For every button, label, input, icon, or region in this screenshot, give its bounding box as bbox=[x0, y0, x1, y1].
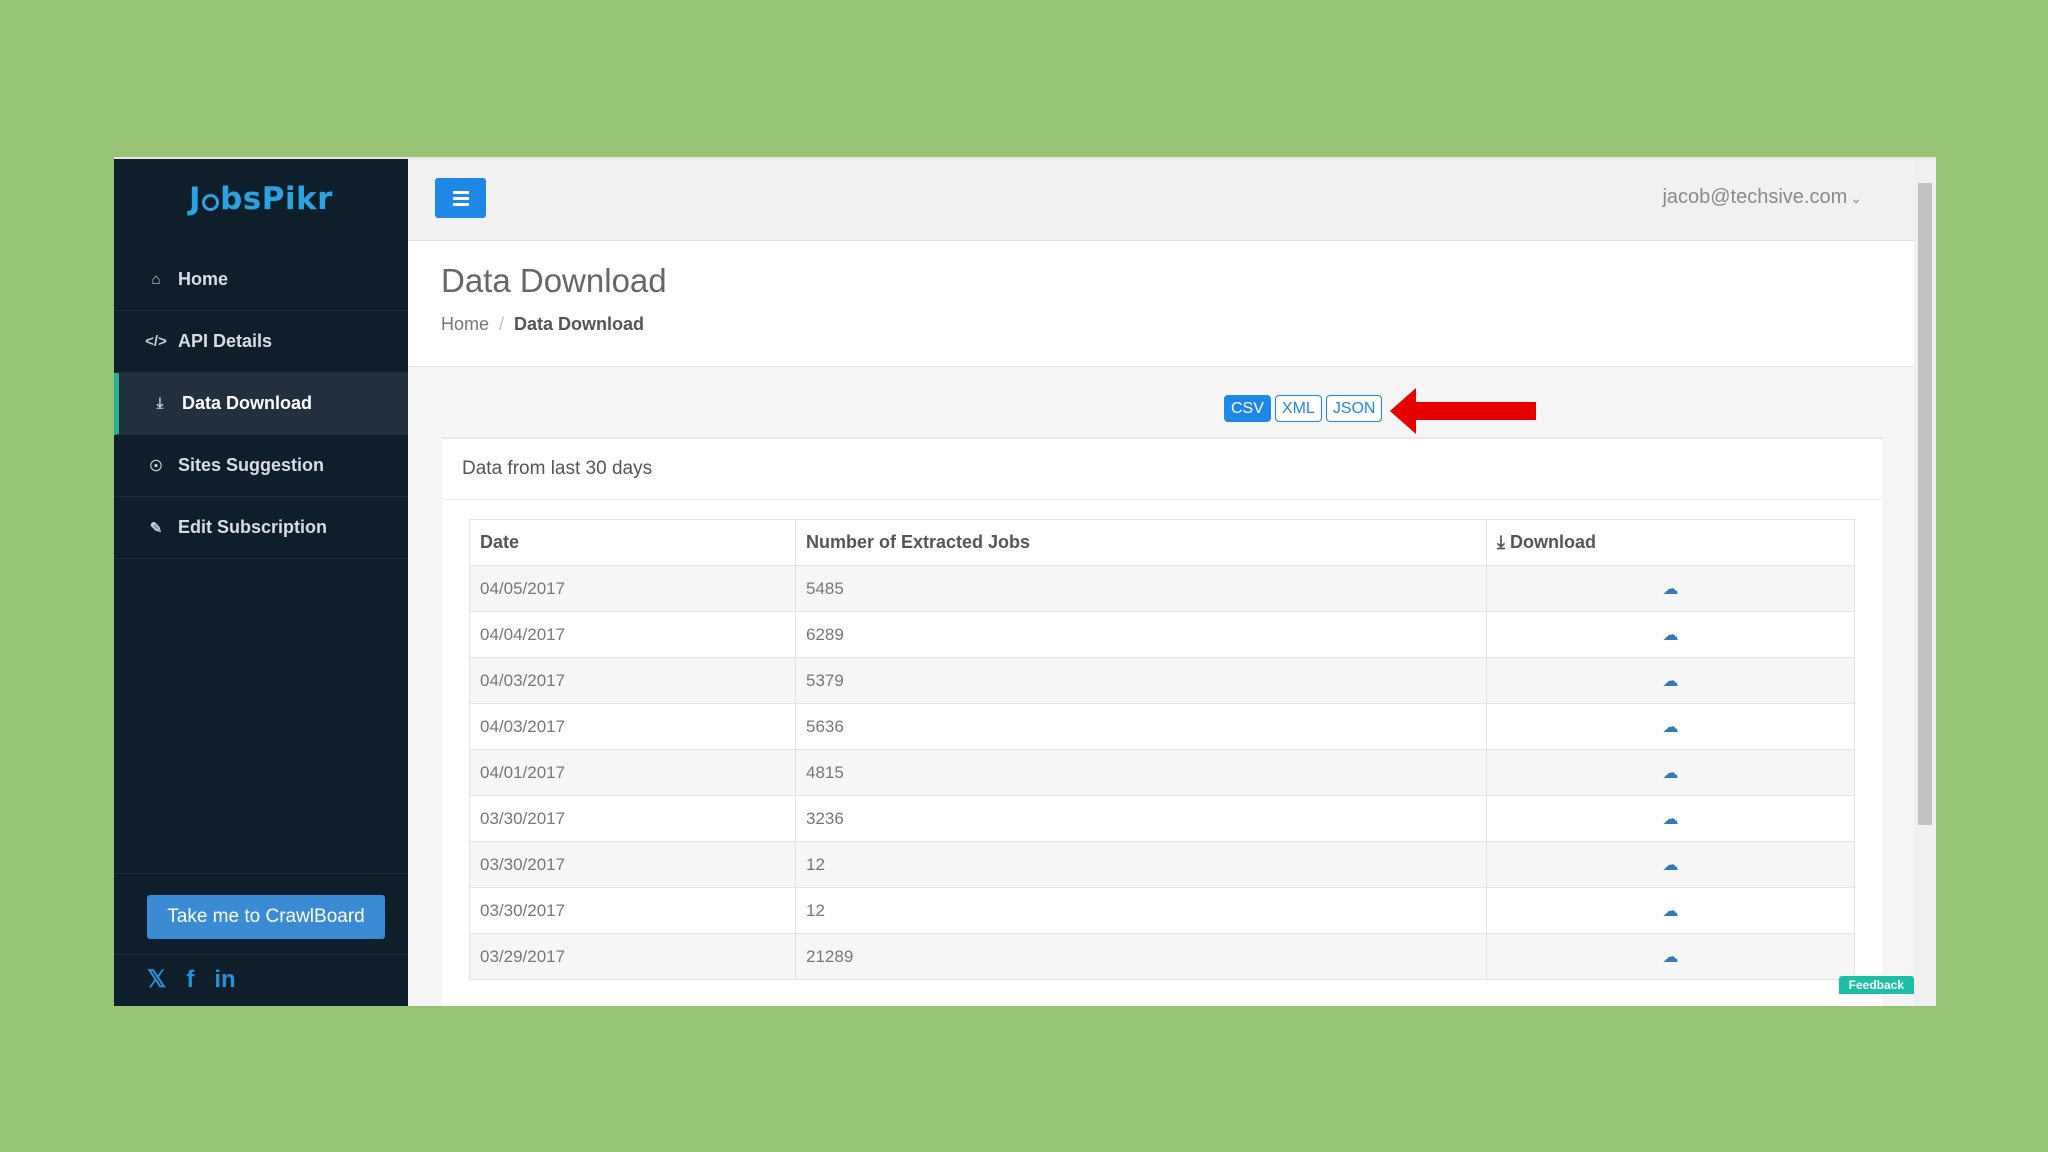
cloud-download-icon[interactable]: ☁ bbox=[1663, 763, 1679, 783]
jobs-cell: 5485 bbox=[795, 565, 1487, 612]
date-cell: 03/30/2017 bbox=[469, 887, 796, 934]
lightbulb-icon: ☉ bbox=[149, 457, 163, 475]
date-cell: 04/01/2017 bbox=[469, 749, 796, 796]
data-panel: Data from last 30 days Date Number of Ex… bbox=[442, 437, 1882, 1006]
date-cell: 03/29/2017 bbox=[469, 933, 796, 980]
jobs-cell: 4815 bbox=[795, 749, 1487, 796]
feedback-tab[interactable]: Feedback bbox=[1838, 976, 1914, 994]
table-row: 03/29/2017 21289 ☁ bbox=[469, 933, 1855, 980]
cloud-download-icon[interactable]: ☁ bbox=[1663, 579, 1679, 599]
cloud-download-icon[interactable]: ☁ bbox=[1663, 809, 1679, 829]
sidebar-item-sites-suggestion[interactable]: ☉ Sites Suggestion bbox=[114, 435, 408, 497]
sidebar-item-api-details[interactable]: </> API Details bbox=[114, 311, 408, 373]
date-cell: 04/03/2017 bbox=[469, 703, 796, 750]
cloud-download-icon[interactable]: ☁ bbox=[1663, 901, 1679, 921]
sidebar-item-label: Data Download bbox=[182, 393, 313, 413]
sidebar-item-label: Edit Subscription bbox=[178, 517, 328, 537]
panel-title: Data from last 30 days bbox=[442, 439, 1882, 500]
jobs-cell: 12 bbox=[795, 887, 1487, 934]
table-row: 03/30/2017 12 ☁ bbox=[469, 841, 1855, 888]
hamburger-icon bbox=[452, 190, 469, 194]
cloud-download-icon[interactable]: ☁ bbox=[1663, 947, 1679, 967]
red-arrow-annotation bbox=[1390, 388, 1536, 434]
twitter-icon[interactable]: 𝕏 bbox=[147, 965, 166, 994]
table-row: 03/30/2017 12 ☁ bbox=[469, 887, 1855, 934]
download-icon: ⤓ bbox=[1497, 532, 1510, 552]
jobs-cell: 6289 bbox=[795, 611, 1487, 658]
sidebar-item-edit-subscription[interactable]: ✎ Edit Subscription bbox=[114, 497, 408, 559]
vertical-scrollbar[interactable] bbox=[1914, 159, 1936, 1006]
breadcrumb-current: Data Download bbox=[514, 314, 645, 334]
cloud-download-icon[interactable]: ☁ bbox=[1663, 855, 1679, 875]
column-header-download: ⤓ Download bbox=[1486, 519, 1855, 566]
edit-icon: ✎ bbox=[149, 519, 163, 537]
social-links: 𝕏 f in bbox=[147, 965, 236, 994]
column-header-download-label: Download bbox=[1509, 532, 1596, 552]
date-cell: 04/04/2017 bbox=[469, 611, 796, 658]
logo-text-start: J bbox=[189, 181, 202, 217]
sidebar-menu: ⌂ Home </> API Details ⤓ Data Download ☉… bbox=[114, 249, 408, 559]
table-row: 03/30/2017 3236 ☁ bbox=[469, 795, 1855, 842]
user-menu[interactable]: jacob@techsive.com ⌄ bbox=[1662, 186, 1862, 209]
page-header: Data Download Home / Data Download bbox=[408, 241, 1914, 367]
format-selector: CSV XML JSON bbox=[1224, 395, 1383, 422]
sidebar-item-home[interactable]: ⌂ Home bbox=[114, 249, 408, 311]
chevron-down-icon: ⌄ bbox=[1850, 190, 1862, 206]
app-window: JbsPikr ⌂ Home </> API Details ⤓ Data Do… bbox=[114, 157, 1936, 1006]
facebook-icon[interactable]: f bbox=[186, 966, 194, 994]
date-cell: 04/03/2017 bbox=[469, 657, 796, 704]
json-format-button[interactable]: JSON bbox=[1325, 395, 1383, 422]
sidebar-item-label: API Details bbox=[178, 331, 273, 351]
sidebar-item-label: Sites Suggestion bbox=[178, 455, 325, 475]
table-row: 04/03/2017 5636 ☁ bbox=[469, 703, 1855, 750]
sidebar: JbsPikr ⌂ Home </> API Details ⤓ Data Do… bbox=[114, 159, 408, 1006]
breadcrumb-separator: / bbox=[499, 314, 505, 334]
table-row: 04/01/2017 4815 ☁ bbox=[469, 749, 1855, 796]
jobspikr-logo[interactable]: JbsPikr bbox=[114, 159, 408, 239]
cloud-download-icon[interactable]: ☁ bbox=[1663, 625, 1679, 645]
scrollbar-thumb[interactable] bbox=[1918, 183, 1932, 825]
logo-text-end: bsPikr bbox=[220, 181, 333, 217]
menu-toggle-button[interactable] bbox=[435, 178, 486, 218]
cloud-download-icon[interactable]: ☁ bbox=[1663, 717, 1679, 737]
page-title: Data Download bbox=[441, 262, 667, 299]
date-cell: 03/30/2017 bbox=[469, 795, 796, 842]
jobs-cell: 5636 bbox=[795, 703, 1487, 750]
home-icon: ⌂ bbox=[151, 271, 161, 288]
download-icon: ⤓ bbox=[156, 395, 164, 412]
code-icon: </> bbox=[145, 333, 167, 350]
top-bar: jacob@techsive.com ⌄ bbox=[408, 159, 1914, 241]
linkedin-icon[interactable]: in bbox=[214, 966, 235, 994]
table-row: 04/04/2017 6289 ☁ bbox=[469, 611, 1855, 658]
crawlboard-button[interactable]: Take me to CrawlBoard bbox=[147, 895, 385, 939]
table-row: 04/05/2017 5485 ☁ bbox=[469, 565, 1855, 612]
column-header-jobs: Number of Extracted Jobs bbox=[795, 519, 1487, 566]
logo-globe-icon bbox=[202, 193, 220, 211]
date-cell: 04/05/2017 bbox=[469, 565, 796, 612]
crawlboard-section: Take me to CrawlBoard bbox=[114, 873, 408, 955]
sidebar-item-data-download[interactable]: ⤓ Data Download bbox=[114, 373, 408, 435]
download-table: Date Number of Extracted Jobs ⤓ Download… bbox=[469, 519, 1855, 980]
jobs-cell: 5379 bbox=[795, 657, 1487, 704]
table-header-row: Date Number of Extracted Jobs ⤓ Download bbox=[469, 519, 1855, 566]
jobs-cell: 12 bbox=[795, 841, 1487, 888]
jobs-cell: 21289 bbox=[795, 933, 1487, 980]
date-cell: 03/30/2017 bbox=[469, 841, 796, 888]
jobs-cell: 3236 bbox=[795, 795, 1487, 842]
column-header-date: Date bbox=[469, 519, 796, 566]
breadcrumb: Home / Data Download bbox=[441, 314, 644, 335]
table-row: 04/03/2017 5379 ☁ bbox=[469, 657, 1855, 704]
xml-format-button[interactable]: XML bbox=[1274, 395, 1322, 422]
sidebar-item-label: Home bbox=[178, 269, 229, 289]
user-email: jacob@techsive.com bbox=[1662, 186, 1848, 208]
cloud-download-icon[interactable]: ☁ bbox=[1663, 671, 1679, 691]
breadcrumb-home[interactable]: Home bbox=[441, 314, 489, 334]
csv-format-button[interactable]: CSV bbox=[1224, 395, 1271, 422]
